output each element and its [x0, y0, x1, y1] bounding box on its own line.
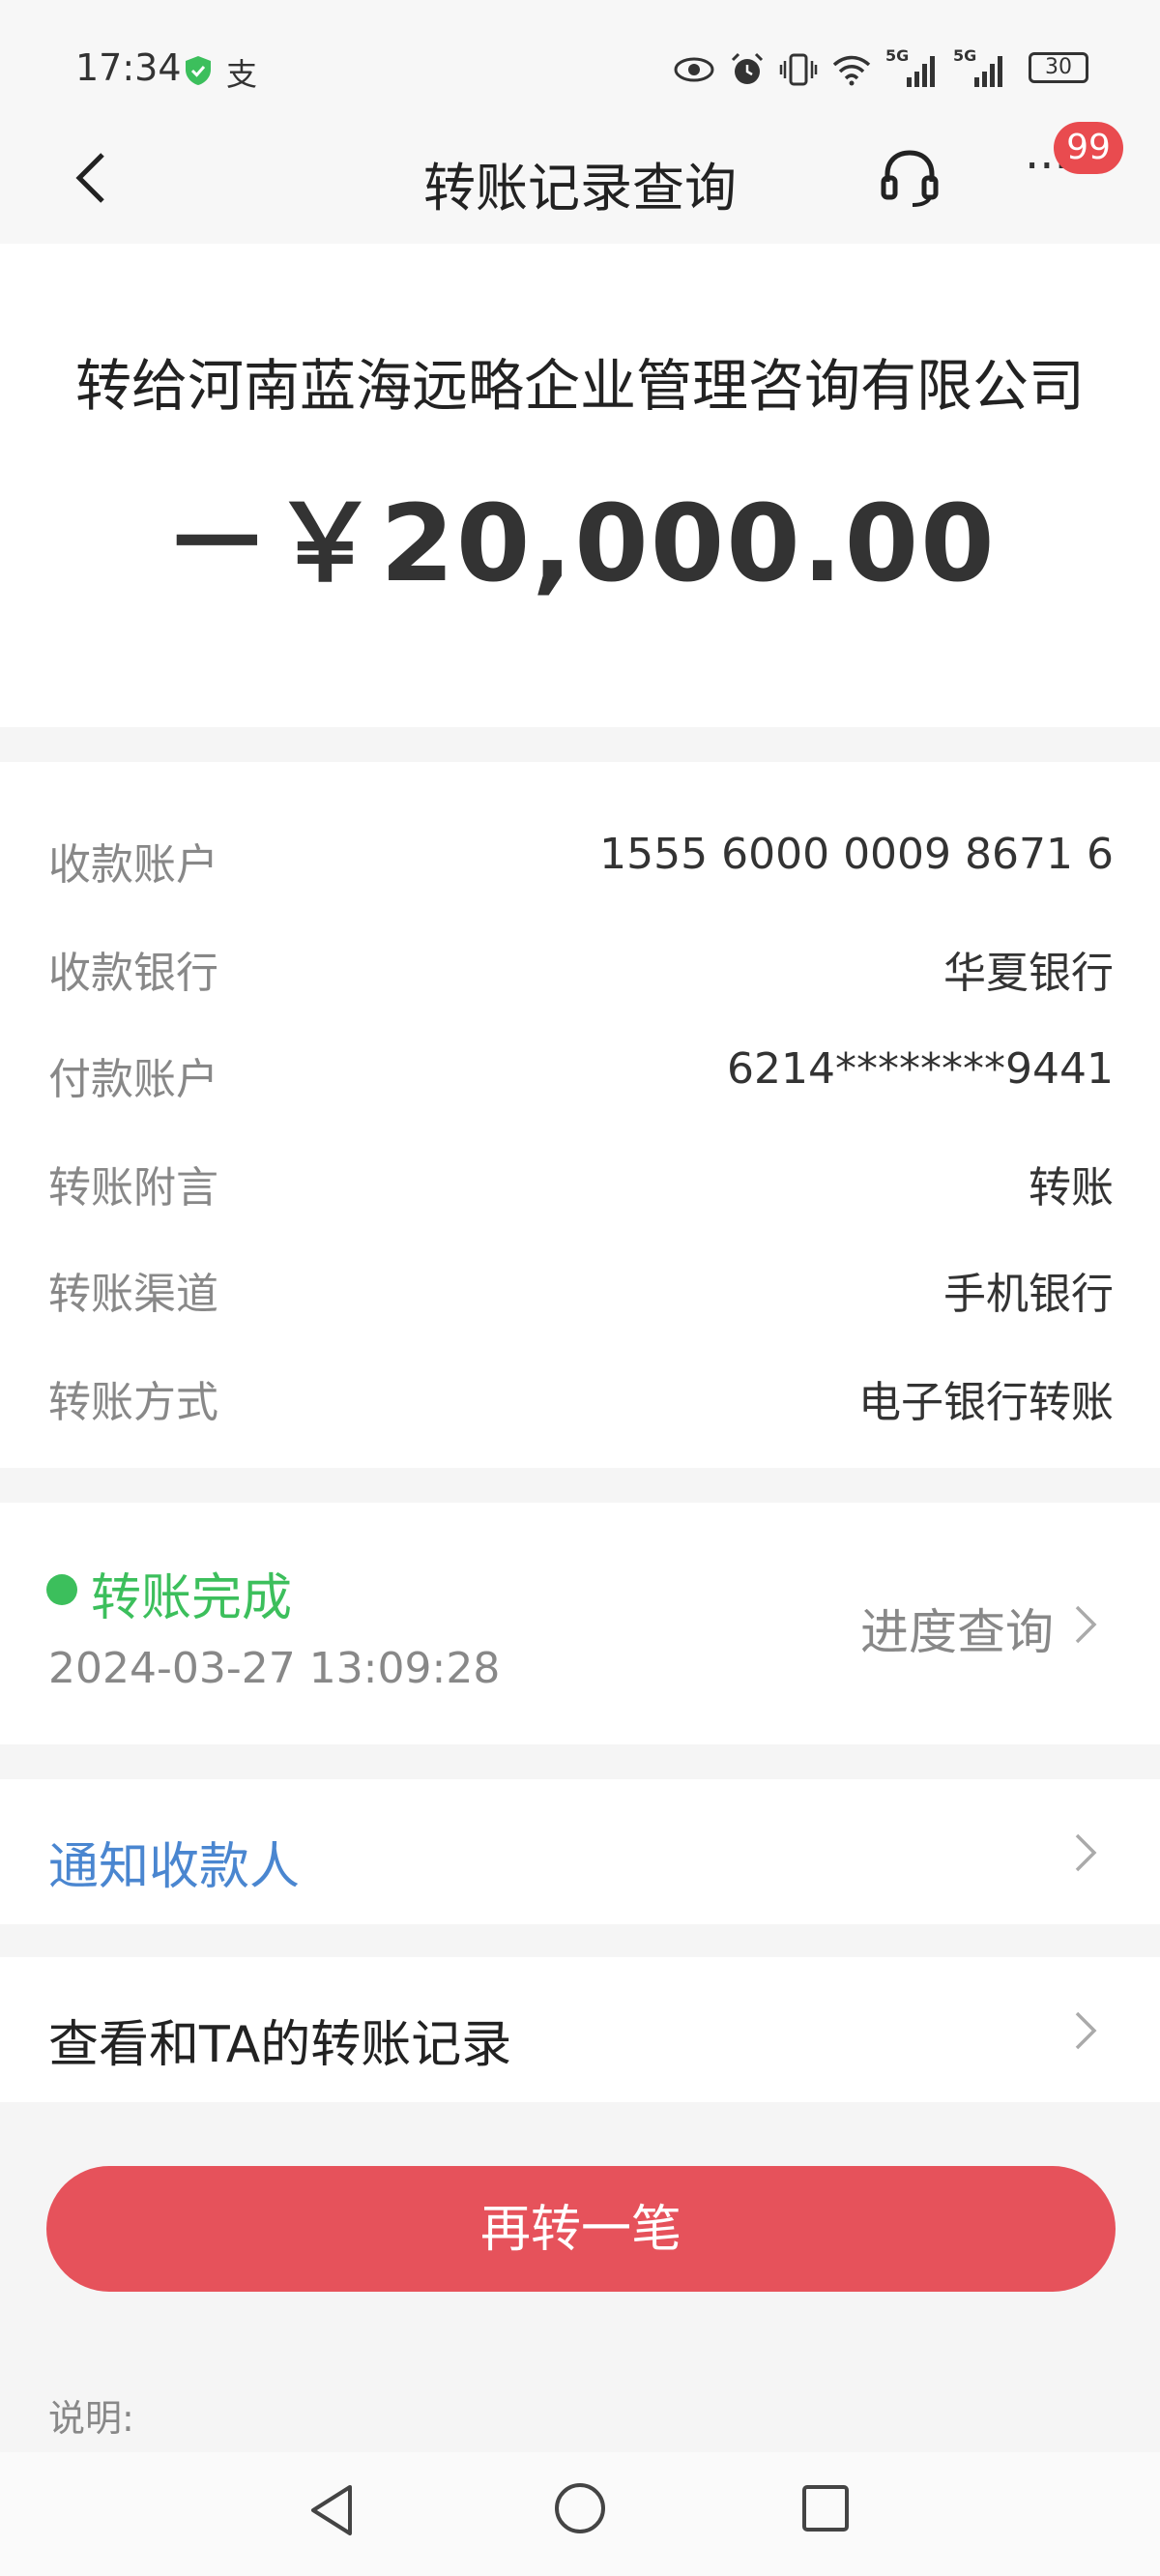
detail-row-method: 转账方式 电子银行转账 [0, 1338, 1160, 1445]
chevron-right-icon[interactable] [1073, 1603, 1098, 1646]
battery-icon: 30 [1029, 52, 1088, 83]
wifi-icon [832, 55, 871, 86]
transfer-details-card: 收款账户 1555 6000 0009 8671 6 收款银行 华夏银行 付款账… [0, 762, 1160, 1468]
detail-label: 付款账户 [48, 1055, 218, 1104]
nav-home-icon[interactable] [553, 2481, 607, 2535]
chevron-right-icon[interactable] [1073, 1831, 1098, 1874]
chevron-right-icon[interactable] [1073, 2009, 1098, 2052]
detail-row-payee-bank: 收款银行 华夏银行 [0, 909, 1160, 1015]
progress-query-link[interactable]: 进度查询 [860, 1594, 1054, 1663]
shield-check-icon [186, 56, 211, 85]
detail-label: 转账附言 [48, 1163, 218, 1213]
detail-label: 收款账户 [48, 840, 218, 890]
transfer-amount: －￥20,000.00 [163, 482, 997, 605]
detail-label: 收款银行 [48, 949, 218, 998]
headset-icon[interactable] [876, 143, 943, 211]
detail-value: 转账 [1029, 1163, 1114, 1213]
signal-icon [907, 56, 935, 87]
note-label: 说明: [48, 2397, 134, 2440]
notify-payee-label[interactable]: 通知收款人 [48, 1826, 300, 1898]
alipay-icon: 支 [226, 56, 258, 93]
nav-bar: 转账记录查询 ··· 99 [0, 108, 1160, 244]
detail-row-channel: 转账渠道 手机银行 [0, 1230, 1160, 1336]
system-nav-bar [0, 2452, 1160, 2576]
payee-name: 转给河南蓝海远略企业管理咨询有限公司 [74, 353, 1085, 419]
status-icons: 5G 5G [673, 46, 1007, 91]
transfer-records-label[interactable]: 查看和TA的转账记录 [48, 2004, 511, 2076]
status-timestamp: 2024-03-27 13:09:28 [48, 1644, 501, 1693]
status-text: 转账完成 [91, 1569, 293, 1627]
notification-badge: 99 [1054, 122, 1123, 174]
detail-label: 转账渠道 [48, 1270, 218, 1319]
detail-value: 手机银行 [943, 1270, 1114, 1319]
nav-back-icon[interactable] [305, 2481, 358, 2539]
detail-row-payee-account: 收款账户 1555 6000 0009 8671 6 [0, 801, 1160, 907]
detail-value: 1555 6000 0009 8671 6 [599, 830, 1114, 879]
detail-row-memo: 转账附言 转账 [0, 1124, 1160, 1230]
signal-icon [974, 56, 1002, 87]
detail-value: 华夏银行 [943, 949, 1114, 998]
detail-row-payer-account: 付款账户 6214********9441 [0, 1015, 1160, 1122]
detail-value: 电子银行转账 [858, 1378, 1114, 1427]
transfer-summary-card: 转给河南蓝海远略企业管理咨询有限公司 －￥20,000.00 [0, 244, 1160, 727]
signal-2: 5G [953, 46, 1007, 89]
eye-icon [674, 57, 714, 82]
detail-label: 转账方式 [48, 1378, 218, 1427]
alarm-icon [731, 52, 764, 84]
vibrate-icon [779, 53, 818, 86]
signal-1: 5G [885, 46, 940, 89]
status-dot-icon [46, 1574, 77, 1605]
status-time: 17:34 [75, 46, 182, 89]
nav-recent-icon[interactable] [800, 2483, 851, 2533]
page-title: 转账记录查询 [423, 158, 737, 219]
detail-value: 6214********9441 [727, 1044, 1114, 1094]
transfer-again-button[interactable]: 再转一笔 [46, 2166, 1116, 2292]
